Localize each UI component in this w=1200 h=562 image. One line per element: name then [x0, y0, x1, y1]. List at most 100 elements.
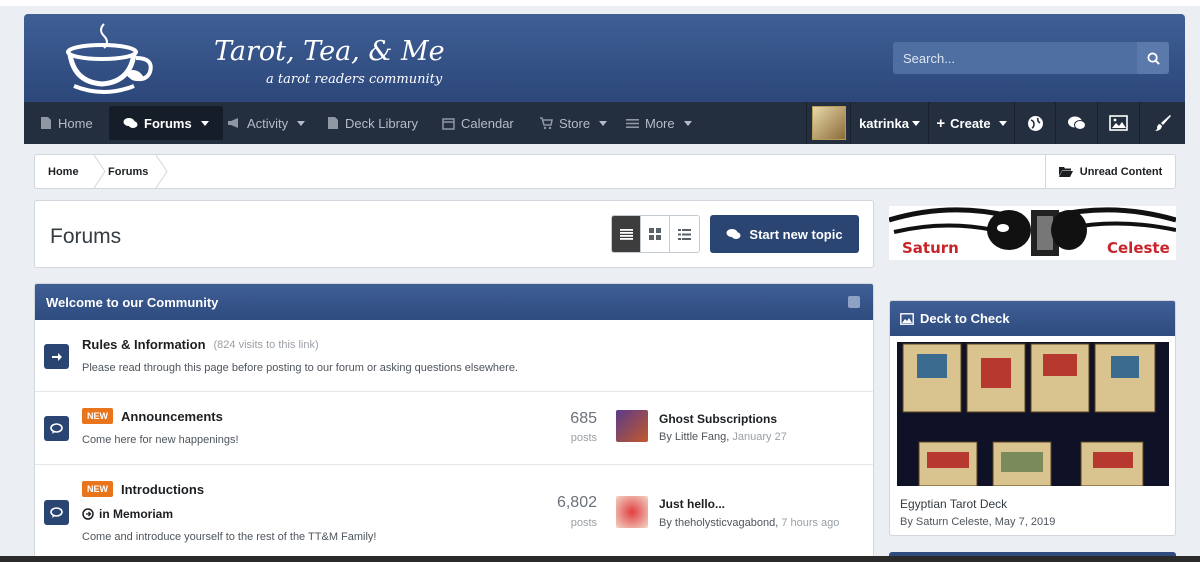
plus-icon: + — [936, 114, 946, 132]
last-post-date: 7 hours ago — [781, 517, 840, 529]
view-toggle-group — [611, 215, 700, 253]
breadcrumb-separator — [155, 155, 168, 188]
post-count: 685 — [570, 410, 597, 427]
nav-more[interactable]: More — [626, 102, 692, 144]
gallery-button[interactable] — [1097, 102, 1139, 144]
forum-row-announcements: NEW Announcements Come here for new happ… — [35, 392, 873, 465]
create-menu[interactable]: + Create — [928, 102, 1014, 144]
messages-button[interactable] — [1055, 102, 1097, 144]
post-count-label: posts — [570, 517, 597, 529]
chat-bubbles-icon — [1068, 116, 1086, 130]
start-new-topic-button[interactable]: Start new topic — [710, 215, 859, 253]
chevron-down-icon — [200, 120, 209, 126]
nav-activity[interactable]: Activity — [227, 102, 306, 144]
user-name: katrinka — [859, 115, 909, 131]
view-condensed-button[interactable] — [670, 216, 699, 252]
teacup-icon — [66, 23, 153, 94]
nav-deck-library-label: Deck Library — [345, 115, 418, 131]
avatar[interactable] — [616, 410, 648, 442]
chevron-down-icon — [998, 120, 1007, 126]
last-post-title[interactable]: Ghost Subscriptions — [659, 412, 777, 426]
chevron-down-icon — [911, 120, 920, 126]
forum-row-rules: Rules & Information (824 visits to this … — [35, 320, 873, 392]
deck-image[interactable] — [897, 342, 1169, 486]
forum-title[interactable]: Announcements — [121, 409, 223, 424]
paintbrush-icon — [1154, 115, 1171, 131]
calendar-icon — [442, 117, 455, 130]
detailed-list-icon — [677, 228, 691, 240]
view-grid-button[interactable] — [641, 216, 670, 252]
search-button[interactable] — [1137, 42, 1169, 74]
ad-text-left: Saturn — [902, 239, 959, 257]
forum-icon[interactable] — [44, 416, 69, 441]
post-count: 6,802 — [556, 494, 597, 511]
view-table-button[interactable] — [612, 216, 641, 252]
search-box — [893, 42, 1169, 74]
redirect-icon[interactable] — [44, 344, 69, 369]
forum-description: Come and introduce yourself to the rest … — [82, 531, 377, 543]
last-post-author[interactable]: By theholysticvagabond, — [659, 517, 778, 529]
site-subtitle: a tarot readers community — [266, 72, 443, 87]
nav-home[interactable]: Home — [40, 102, 93, 144]
breadcrumb-separator — [93, 155, 106, 188]
forum-description: Please read through this page before pos… — [82, 362, 518, 374]
cart-icon — [540, 116, 553, 129]
widget-title: Deck to Check — [920, 311, 1010, 326]
menu-icon — [626, 118, 639, 128]
avatar — [811, 106, 846, 140]
deck-to-check-widget: Deck to Check Egyptian Tarot Deck By Sat… — [889, 300, 1176, 536]
site-logo[interactable]: Tarot, Tea, & Me a tarot readers communi… — [64, 20, 445, 98]
nav-deck-library[interactable]: Deck Library — [327, 102, 418, 144]
page: Tarot, Tea, & Me a tarot readers communi… — [24, 14, 1185, 562]
search-icon — [1146, 51, 1160, 65]
user-avatar-button[interactable] — [806, 102, 850, 144]
nav-activity-label: Activity — [247, 115, 289, 131]
site-title: Tarot, Tea, & Me — [214, 36, 445, 67]
tarot-cards-image — [897, 342, 1169, 486]
nav-forums[interactable]: Forums — [109, 106, 223, 140]
create-label: Create — [950, 115, 991, 131]
breadcrumb-home[interactable]: Home — [48, 155, 79, 188]
widget-header: Deck to Check — [890, 301, 1175, 336]
chat-bubble-icon — [50, 423, 63, 434]
browser-top-strip — [0, 0, 1200, 6]
nav-store[interactable]: Store — [539, 102, 608, 144]
nav-more-label: More — [645, 115, 675, 131]
page-icon — [41, 117, 51, 129]
unread-content-label: Unread Content — [1079, 165, 1163, 178]
forum-row-introductions: NEW Introductions in Memoriam Come and i… — [35, 465, 873, 561]
subforum-link[interactable]: in Memoriam — [82, 507, 173, 521]
image-icon — [900, 312, 914, 325]
nav-calendar-label: Calendar — [461, 115, 514, 131]
forum-description: Come here for new happenings! — [82, 434, 239, 446]
theme-button[interactable] — [1139, 102, 1185, 144]
forum-title[interactable]: Introductions — [121, 482, 204, 497]
avatar[interactable] — [616, 496, 648, 528]
chevron-down-icon — [599, 120, 608, 126]
user-menu[interactable]: katrinka — [850, 102, 928, 144]
page-header-box: Forums Start new topic — [34, 200, 874, 268]
nav-store-label: Store — [559, 115, 591, 131]
nav-calendar[interactable]: Calendar — [442, 102, 514, 144]
forum-icon[interactable] — [44, 500, 69, 525]
ad-text-right: Celeste — [1107, 239, 1170, 257]
forum-title[interactable]: Rules & Information — [82, 337, 206, 352]
last-post-author[interactable]: By Little Fang, — [659, 431, 729, 443]
globe-icon — [1027, 115, 1043, 131]
collapse-toggle[interactable] — [848, 296, 860, 308]
forum-title-row: NEW Introductions — [82, 481, 204, 497]
start-new-topic-label: Start new topic — [749, 226, 843, 242]
deck-title[interactable]: Egyptian Tarot Deck — [900, 497, 1007, 511]
notifications-button[interactable] — [1014, 102, 1055, 144]
last-post-title[interactable]: Just hello... — [659, 497, 725, 511]
chevron-down-icon — [297, 120, 306, 126]
page-title: Forums — [50, 225, 122, 248]
category-title[interactable]: Welcome to our Community — [46, 295, 218, 310]
category-header: Welcome to our Community — [35, 284, 873, 320]
breadcrumb-forums[interactable]: Forums — [108, 155, 148, 188]
last-post-meta: By theholysticvagabond, 7 hours ago — [659, 517, 839, 529]
unread-content-link[interactable]: Unread Content — [1045, 155, 1175, 188]
post-count-label: posts — [570, 432, 597, 444]
advertisement-banner[interactable]: Saturn Celeste — [889, 206, 1176, 260]
search-input[interactable] — [893, 42, 1137, 74]
